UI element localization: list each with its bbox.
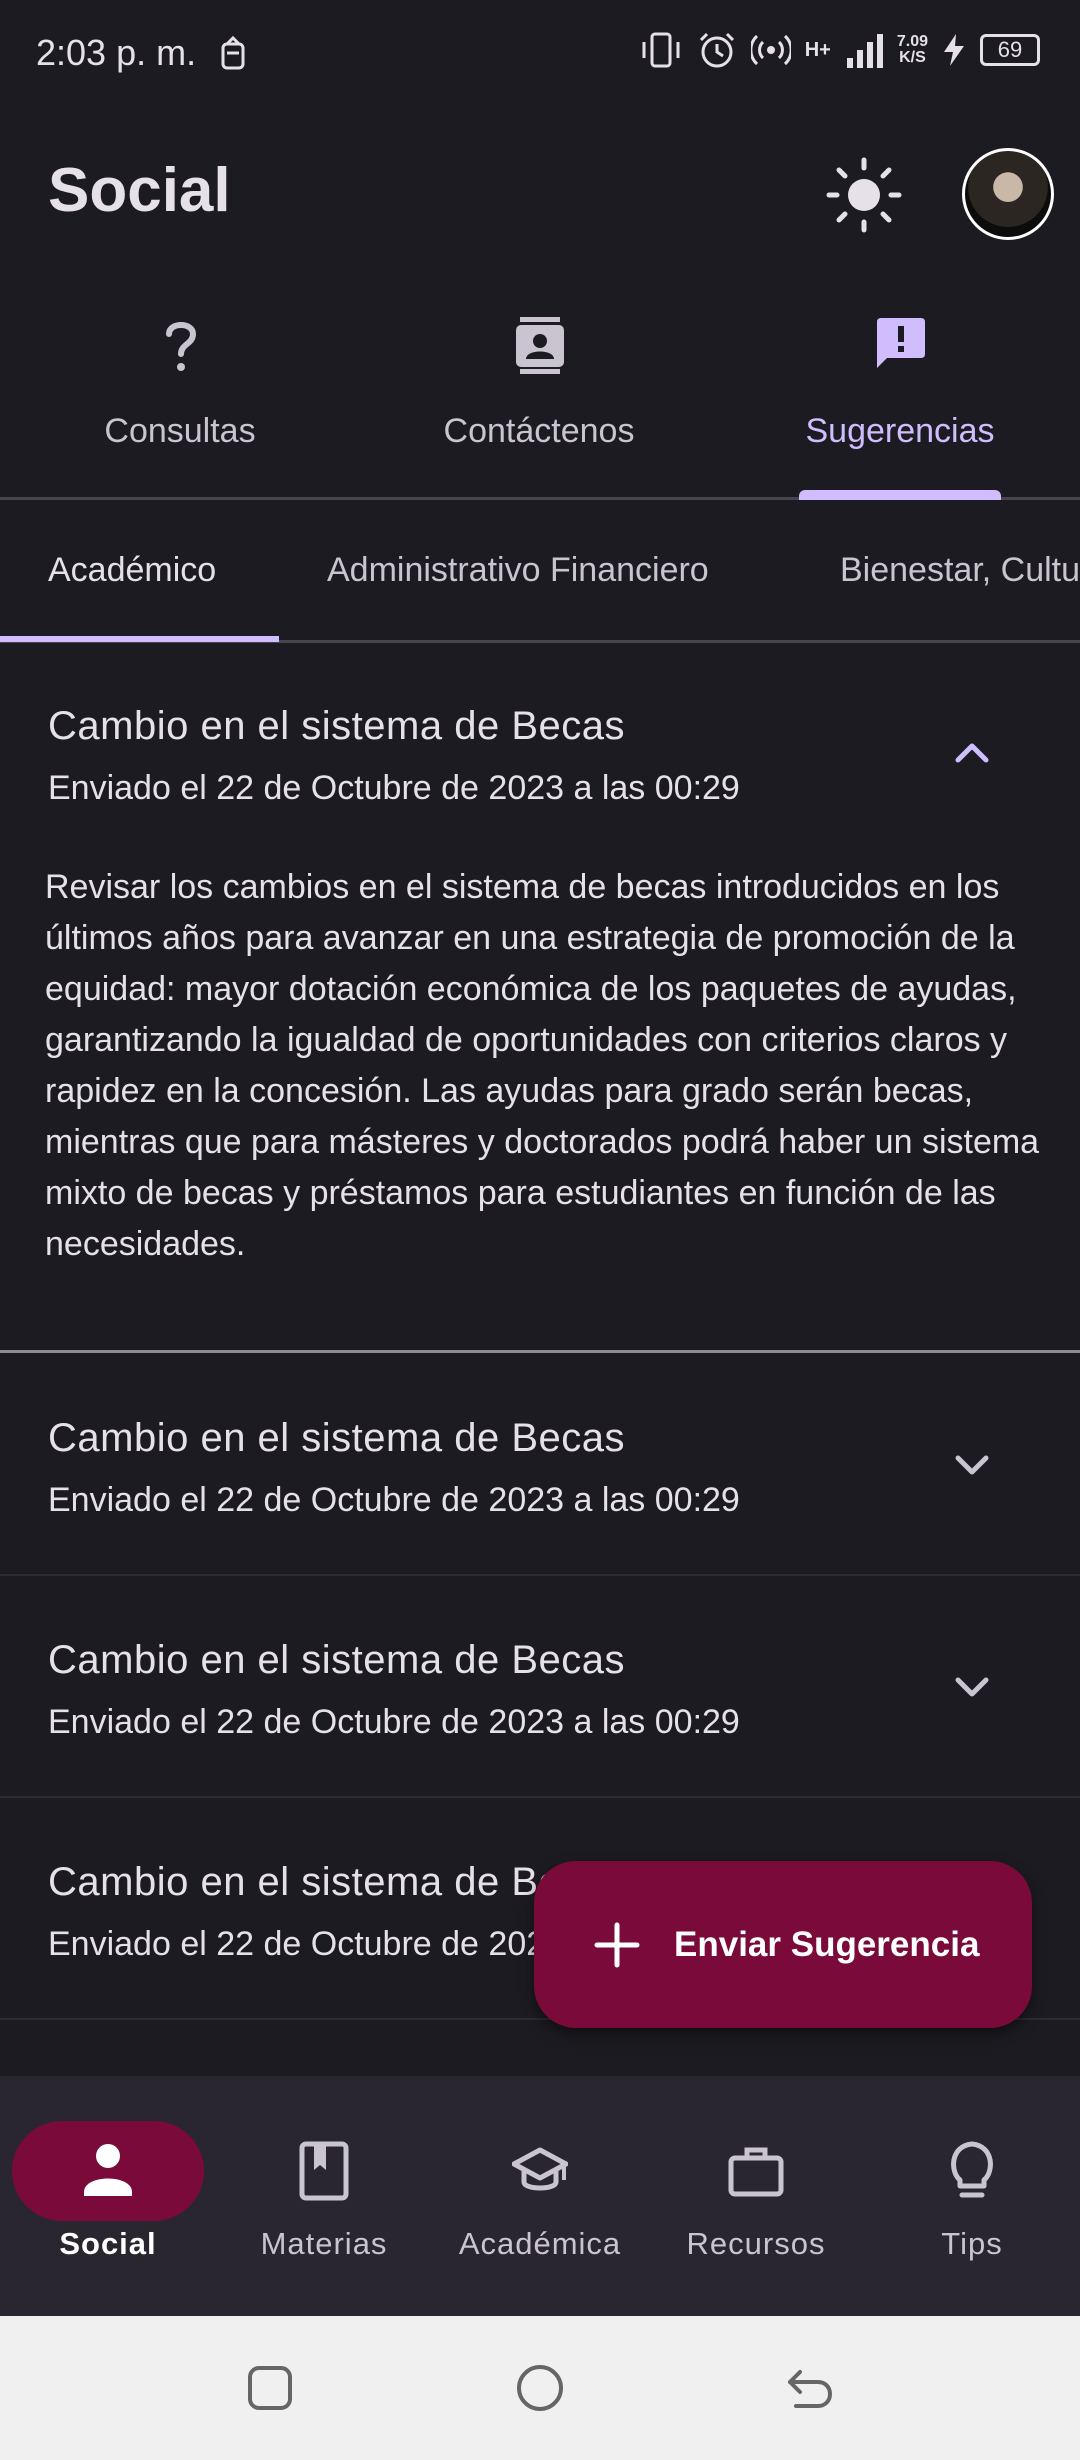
suggestion-body: Revisar los cambios en el sistema de bec… [45,868,1040,1263]
speed-unit: K/S [899,49,926,66]
nav-tips-label: Tips [941,2226,1003,2261]
book-icon [299,2141,349,2201]
tab-contactenos[interactable]: Contáctenos [359,300,719,500]
hotspot-icon [750,34,791,66]
battery-indicator: 69 [980,34,1040,66]
tab-contactenos-label: Contáctenos [443,412,635,450]
nav-tips[interactable]: Tips [864,2076,1080,2316]
status-bar: 2:03 p. m. H+ 7.09 K/S 69 [0,0,1080,110]
speed-value: 7.09 [896,33,928,50]
home-icon[interactable] [512,2360,568,2416]
send-suggestion-label: Enviar Sugerencia [674,1924,980,1964]
tab-consultas[interactable]: Consultas [0,300,360,500]
feedback-icon [877,318,925,368]
question-icon [166,322,197,371]
charging-icon [944,34,964,66]
person-icon [84,2144,132,2196]
suggestion-card[interactable] [0,1353,1080,1575]
recent-apps-icon[interactable] [242,2360,298,2416]
suggestion-date: Enviado el 22 de Octubre de 2023 a las 0… [48,769,740,807]
theme-toggle-icon[interactable] [826,157,902,233]
tab-consultas-label: Consultas [104,412,256,450]
chevron-down-icon[interactable] [948,1440,996,1488]
suggestion-title: Cambio en el sistema de Becas [48,1638,625,1682]
page-title: Social [48,156,231,225]
signal-icon [846,34,883,68]
chevron-down-icon[interactable] [948,1662,996,1710]
suggestion-date: Enviado el 22 de Octubre de 2023 a las 0… [48,1703,740,1741]
briefcase-icon [728,2147,784,2197]
nav-academica-label: Académica [458,2226,622,2261]
subtab-administrativo-financiero[interactable]: Administrativo Financiero [327,500,709,640]
suggestion-date: Enviado el 22 de Octubre de 2023 a las 0… [48,1481,740,1519]
tab-sugerencias-label: Sugerencias [805,412,995,450]
plus-icon [594,1922,640,1967]
subtab-active-indicator [0,636,279,642]
nav-social[interactable]: Social [0,2076,216,2316]
bottom-navigation: Social Materias Académica Recursos Tips [0,2076,1080,2316]
nav-materias-label: Materias [260,2226,388,2261]
nav-social-label: Social [59,2226,157,2261]
school-icon [512,2147,568,2191]
subtab-academico[interactable]: Académico [48,500,216,640]
suggestion-title: Cambio en el sistema de Becas [48,1416,625,1460]
nav-academica[interactable]: Académica [432,2076,648,2316]
nav-materias[interactable]: Materias [216,2076,432,2316]
tab-sugerencias[interactable]: Sugerencias [720,300,1080,500]
nav-recursos[interactable]: Recursos [648,2076,864,2316]
alarm-icon [699,32,734,68]
suggestion-title: Cambio en el sistema de Becas [48,704,625,748]
lightbulb-icon [951,2141,993,2198]
system-navigation-bar [0,2316,1080,2460]
notification-icon [221,36,245,70]
network-type: H+ [804,38,831,61]
status-icons: H+ 7.09 K/S 69 [639,30,1040,70]
nav-recursos-label: Recursos [686,2226,826,2261]
send-suggestion-button[interactable]: Enviar Sugerencia [534,1861,1032,2028]
back-icon[interactable] [782,2360,838,2416]
suggestion-card[interactable] [0,1576,1080,1796]
user-avatar[interactable] [962,148,1054,240]
vibrate-icon [642,32,680,68]
status-time: 2:03 p. m. [36,32,197,73]
tab-active-indicator [799,490,1001,500]
chevron-up-icon[interactable] [948,728,996,776]
subtab-bienestar[interactable]: Bienestar, Cultu [840,500,1080,640]
battery-level: 69 [997,37,1023,62]
contact-icon [516,317,564,374]
network-speed: 7.09 K/S [897,34,928,66]
